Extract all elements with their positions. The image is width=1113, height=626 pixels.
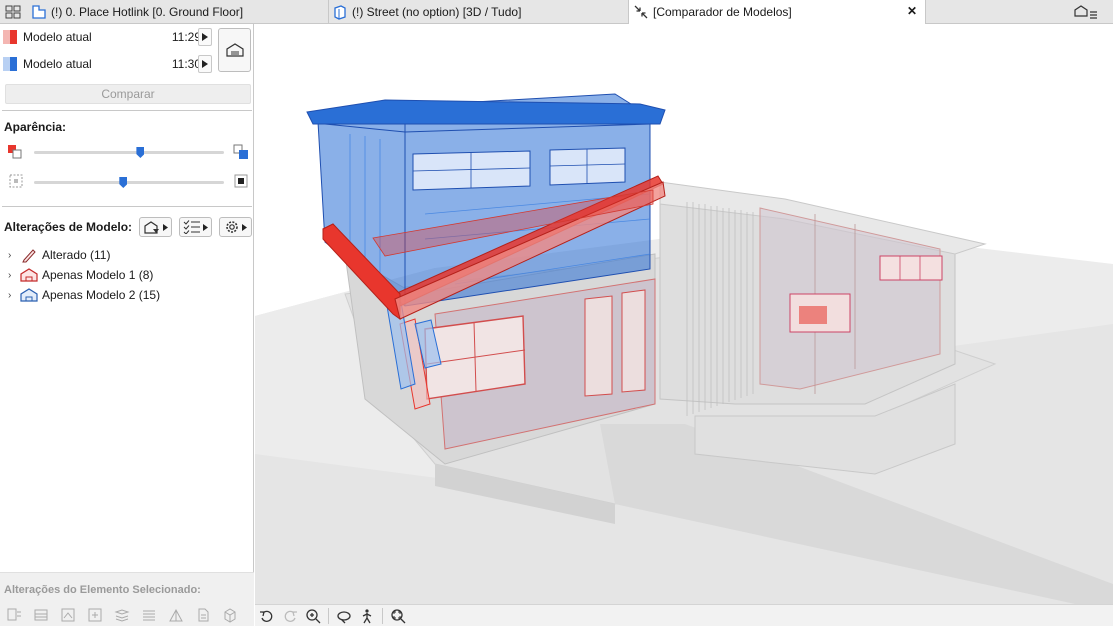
transparent-icon xyxy=(9,174,25,190)
model-1-name: Modelo atual xyxy=(23,30,92,44)
gear-icon xyxy=(226,221,238,233)
slab-stack-icon[interactable] xyxy=(111,606,132,624)
model1-building-icon xyxy=(20,267,38,283)
tab-bar: (!) 0. Place Hotlink [0. Ground Floor] (… xyxy=(0,0,1113,24)
model-2-row[interactable]: Modelo atual 11:30 xyxy=(0,52,216,76)
tree-item-altered[interactable]: › Alterado (11) xyxy=(8,246,110,264)
tree-item-label: Apenas Modelo 1 (8) xyxy=(42,268,154,282)
roof-icon[interactable] xyxy=(165,606,186,624)
surface-icon[interactable] xyxy=(57,606,78,624)
tab-model-comparer[interactable]: [Comparador de Modelos] ✕ xyxy=(628,0,926,24)
element-tool-row xyxy=(3,606,240,624)
chevron-right-icon[interactable]: › xyxy=(8,290,20,301)
tree-item-label: Apenas Modelo 2 (15) xyxy=(42,288,161,302)
model-1-select-button[interactable] xyxy=(198,28,212,46)
selected-element-changes: Alterações do Elemento Selecionado: xyxy=(0,572,254,626)
tab-label: (!) Street (no option) [3D / Tudo] xyxy=(352,5,522,19)
filter-elements-button[interactable] xyxy=(139,217,172,237)
zoom-in-icon[interactable] xyxy=(303,606,323,626)
tab-3d-view[interactable]: (!) Street (no option) [3D / Tudo] xyxy=(328,0,624,24)
building-model-render xyxy=(255,93,1113,604)
swap-models-button[interactable] xyxy=(218,28,251,72)
floor-plan-icon xyxy=(31,4,47,20)
transparency-slider[interactable] xyxy=(34,177,224,188)
color-mode-blue-icon xyxy=(233,144,249,160)
tree-item-label: Alterado (11) xyxy=(42,248,111,262)
color-slider-row xyxy=(0,142,254,162)
layer-icon[interactable] xyxy=(30,606,51,624)
chevron-right-icon[interactable]: › xyxy=(8,270,20,281)
redo-rotate-icon[interactable] xyxy=(280,606,300,626)
view-options-icon[interactable] xyxy=(1069,2,1103,22)
building-icon xyxy=(225,43,244,57)
model-1-time: 11:29 xyxy=(171,30,201,44)
tree-item-model-1-only[interactable]: › Apenas Modelo 1 (8) xyxy=(8,266,153,284)
fit-in-window-icon[interactable] xyxy=(388,606,408,626)
divider xyxy=(382,607,383,624)
model-2-color-swatch xyxy=(3,57,17,71)
slider-thumb[interactable] xyxy=(136,147,145,158)
tab-label: (!) 0. Place Hotlink [0. Ground Floor] xyxy=(51,5,244,19)
compare-button[interactable]: Comparar xyxy=(5,84,251,104)
model-compare-panel: Modelo atual 11:29 Modelo atual 11:30 Co… xyxy=(0,24,254,626)
selected-element-changes-title: Alterações do Elemento Selecionado: xyxy=(4,584,201,596)
3d-view-icon xyxy=(332,4,348,20)
model-changes-title: Alterações de Modelo: xyxy=(4,220,133,234)
opaque-icon xyxy=(234,174,250,190)
settings-button[interactable] xyxy=(219,217,252,237)
pencil-icon xyxy=(20,247,38,263)
walk-icon[interactable] xyxy=(357,606,377,626)
section-icon[interactable] xyxy=(84,606,105,624)
navigation-toolbar xyxy=(255,604,1113,626)
geometry-icon[interactable] xyxy=(3,606,24,624)
checklist-icon xyxy=(183,220,200,234)
building-filter-icon xyxy=(144,221,159,234)
compare-arrows-icon xyxy=(633,4,649,20)
divider xyxy=(328,607,329,624)
hatch-icon[interactable] xyxy=(138,606,159,624)
3d-viewport[interactable] xyxy=(255,24,1113,604)
orbit-icon[interactable] xyxy=(334,606,354,626)
tab-floor-plan[interactable]: (!) 0. Place Hotlink [0. Ground Floor] xyxy=(28,0,324,24)
chevron-right-icon[interactable]: › xyxy=(8,250,20,261)
color-slider[interactable] xyxy=(34,147,224,158)
3d-object-icon[interactable] xyxy=(219,606,240,624)
model-1-row[interactable]: Modelo atual 11:29 xyxy=(0,25,216,49)
close-icon[interactable]: ✕ xyxy=(905,4,919,18)
document-icon[interactable] xyxy=(192,606,213,624)
grid-view-icon[interactable] xyxy=(2,2,24,22)
divider xyxy=(2,206,252,207)
rotate-icon[interactable] xyxy=(257,606,277,626)
model-2-select-button[interactable] xyxy=(198,55,212,73)
divider xyxy=(2,110,252,111)
model2-building-icon xyxy=(20,287,38,303)
model-changes-header: Alterações de Modelo: xyxy=(0,216,254,238)
tab-label: [Comparador de Modelos] xyxy=(653,5,792,19)
color-mode-icon xyxy=(7,144,23,160)
transparency-slider-row xyxy=(0,172,254,192)
appearance-title: Aparência: xyxy=(4,120,67,134)
slider-thumb[interactable] xyxy=(119,177,128,188)
model-1-color-swatch xyxy=(3,30,17,44)
list-options-button[interactable] xyxy=(179,217,212,237)
model-2-name: Modelo atual xyxy=(23,57,92,71)
tree-item-model-2-only[interactable]: › Apenas Modelo 2 (15) xyxy=(8,286,160,304)
model-2-time: 11:30 xyxy=(171,57,201,71)
